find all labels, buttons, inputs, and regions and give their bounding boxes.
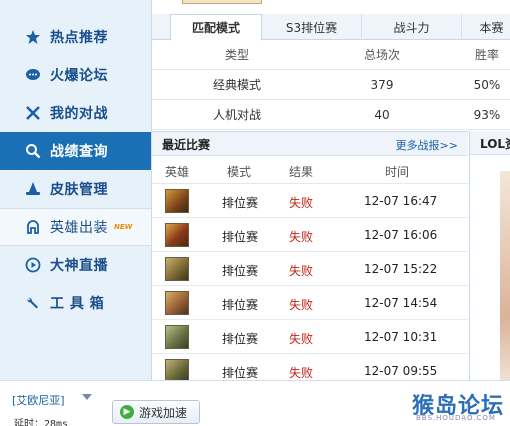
watermark: 猴岛论坛 BBS.HOUDAO.COM bbox=[398, 386, 510, 426]
match-mode: 排位赛 bbox=[222, 264, 259, 278]
latency-text: 延时：28ms bbox=[14, 419, 69, 426]
sidebar-item-label: 皮肤管理 bbox=[50, 182, 108, 198]
sidebar-item-hot[interactable]: 热点推荐 bbox=[0, 18, 151, 56]
lol-panel-title: LOL资 bbox=[480, 137, 510, 151]
search-icon bbox=[22, 140, 44, 162]
match-time: 12-07 16:47 bbox=[364, 194, 438, 208]
stats-header-type: 类型 bbox=[224, 48, 249, 62]
watermark-url: BBS.HOUDAO.COM bbox=[416, 414, 496, 422]
top-strip bbox=[152, 0, 510, 14]
sidebar-item-battles[interactable]: 我的对战 bbox=[0, 94, 151, 132]
stats-cell-total: 40 bbox=[374, 108, 390, 122]
sidebar-item-hero-builds[interactable]: 英雄出装 NEW bbox=[0, 208, 151, 246]
game-accelerate-button[interactable]: ▶ 游戏加速 bbox=[112, 400, 200, 424]
sidebar-item-forum[interactable]: 火爆论坛 bbox=[0, 56, 151, 94]
match-result: 失败 bbox=[289, 366, 314, 380]
match-time: 12-07 10:31 bbox=[364, 330, 438, 344]
sidebar-item-label: 工 具 箱 bbox=[50, 296, 105, 312]
match-mode: 排位赛 bbox=[222, 196, 259, 210]
mode-tabs: 匹配模式 S3排位赛 战斗力 本赛 bbox=[152, 14, 510, 41]
match-time: 12-07 14:54 bbox=[364, 296, 438, 310]
match-time: 12-07 09:55 bbox=[364, 364, 438, 378]
stats-cell-winrate: 93% bbox=[473, 108, 501, 122]
more-reports-link[interactable]: 更多战报>> bbox=[396, 137, 458, 153]
new-badge: NEW bbox=[114, 223, 133, 231]
match-result: 失败 bbox=[289, 298, 314, 312]
sidebar-item-label: 英雄出装 bbox=[50, 220, 108, 236]
accelerate-button-label: 游戏加速 bbox=[139, 405, 188, 420]
sidebar-item-skins[interactable]: 皮肤管理 bbox=[0, 170, 151, 208]
match-result: 失败 bbox=[289, 196, 314, 210]
stats-cell-winrate: 50% bbox=[473, 78, 501, 92]
tab-s3-ranked[interactable]: S3排位赛 bbox=[262, 14, 362, 40]
col-header-hero: 英雄 bbox=[165, 165, 190, 179]
recent-title: 最近比赛 bbox=[162, 138, 211, 152]
match-row[interactable]: 排位赛 失败 12-07 16:06 bbox=[152, 218, 468, 252]
hero-portrait bbox=[165, 291, 189, 315]
sidebar-item-label: 火爆论坛 bbox=[50, 68, 108, 84]
sidebar-item-label: 我的对战 bbox=[50, 106, 108, 122]
sidebar-item-label: 战绩查询 bbox=[50, 144, 108, 160]
banner-edge bbox=[182, 0, 262, 4]
lol-panel-header: LOL资 bbox=[470, 131, 510, 155]
col-header-mode: 模式 bbox=[227, 165, 252, 179]
match-row[interactable]: 排位赛 失败 12-07 14:54 bbox=[152, 286, 468, 320]
match-row[interactable]: 排位赛 失败 12-07 15:22 bbox=[152, 252, 468, 286]
match-time: 12-07 15:22 bbox=[364, 262, 438, 276]
hero-portrait bbox=[165, 223, 189, 247]
hero-portrait bbox=[165, 189, 189, 213]
stats-header-total: 总场次 bbox=[363, 48, 400, 62]
hero-portrait bbox=[165, 325, 189, 349]
star-icon bbox=[22, 26, 44, 48]
sidebar-item-toolbox[interactable]: 工 具 箱 bbox=[0, 284, 151, 322]
tab-matchmaking[interactable]: 匹配模式 bbox=[170, 14, 262, 41]
match-row[interactable]: 排位赛 失败 12-07 10:31 bbox=[152, 320, 468, 354]
col-header-time: 时间 bbox=[385, 165, 410, 179]
match-row[interactable]: 排位赛 失败 12-07 16:47 bbox=[152, 184, 468, 218]
stats-cell-total: 379 bbox=[370, 78, 394, 92]
match-mode: 排位赛 bbox=[222, 298, 259, 312]
wizard-hat-icon bbox=[22, 178, 44, 200]
stats-header-row: 类型 总场次 胜率 bbox=[152, 40, 510, 70]
chevron-down-icon[interactable] bbox=[82, 394, 92, 400]
match-mode: 排位赛 bbox=[222, 230, 259, 244]
sidebar-item-label: 热点推荐 bbox=[50, 30, 108, 46]
server-name[interactable]: [艾欧尼亚] bbox=[12, 392, 65, 408]
lol-info-panel: LOL资 bbox=[469, 131, 510, 380]
tab-combat-power[interactable]: 战斗力 bbox=[362, 14, 462, 40]
col-header-result: 结果 bbox=[289, 165, 314, 179]
play-icon bbox=[22, 254, 44, 276]
tab-season[interactable]: 本赛 bbox=[462, 14, 510, 40]
sidebar-item-live[interactable]: 大神直播 bbox=[0, 246, 151, 284]
recent-column-headers: 英雄 模式 结果 时间 bbox=[152, 156, 468, 184]
stats-header-winrate: 胜率 bbox=[474, 48, 499, 62]
stats-row: 人机对战 40 93% bbox=[152, 100, 510, 130]
match-result: 失败 bbox=[289, 264, 314, 278]
recent-matches: 最近比赛 更多战报>> 英雄 模式 结果 时间 排位赛 失败 12-07 16:… bbox=[152, 131, 468, 383]
chat-icon bbox=[22, 64, 44, 86]
match-result: 失败 bbox=[289, 230, 314, 244]
hero-portrait bbox=[165, 257, 189, 281]
recent-header: 最近比赛 更多战报>> bbox=[152, 132, 468, 156]
accelerate-icon: ▶ bbox=[120, 405, 134, 419]
sidebar: 热点推荐 火爆论坛 我的对战 战绩查询 皮肤管理 英雄出装 NEW 大神直播 工… bbox=[0, 0, 152, 380]
sidebar-item-record-search[interactable]: 战绩查询 bbox=[0, 132, 151, 170]
stats-cell-type: 人机对战 bbox=[212, 108, 261, 122]
match-row[interactable]: 排位赛 失败 12-07 09:55 bbox=[152, 354, 468, 383]
sidebar-item-label: 大神直播 bbox=[50, 258, 108, 274]
match-result: 失败 bbox=[289, 332, 314, 346]
match-mode: 排位赛 bbox=[222, 366, 259, 380]
stats-cell-type: 经典模式 bbox=[212, 78, 261, 92]
stats-row: 经典模式 379 50% bbox=[152, 70, 510, 100]
promo-image[interactable] bbox=[500, 171, 510, 380]
wrench-icon bbox=[22, 292, 44, 314]
match-mode: 排位赛 bbox=[222, 332, 259, 346]
helmet-icon bbox=[22, 216, 44, 238]
crossed-swords-icon bbox=[22, 102, 44, 124]
match-time: 12-07 16:06 bbox=[364, 228, 438, 242]
